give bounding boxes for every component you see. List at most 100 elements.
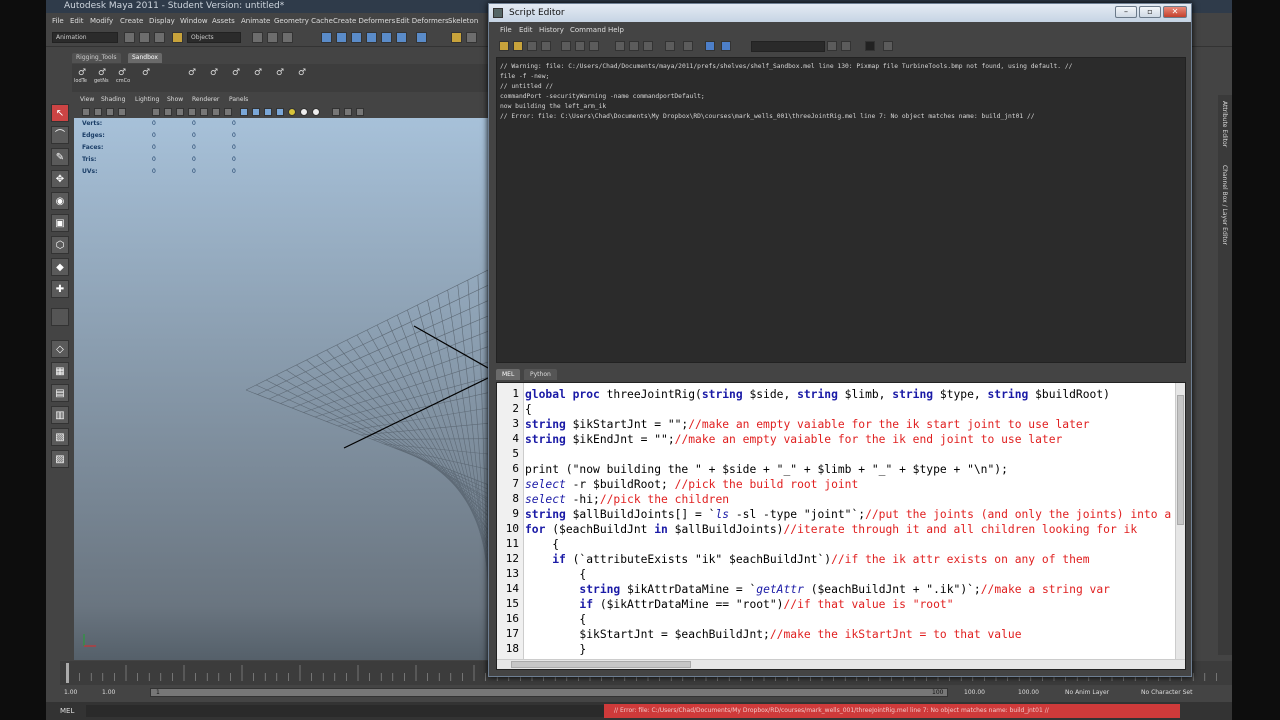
image-plane-icon[interactable] [118, 108, 126, 116]
smooth-shade-icon[interactable] [252, 108, 260, 116]
quick-help-icon[interactable] [865, 41, 875, 51]
texture-icon[interactable] [264, 108, 272, 116]
ipr-render-icon[interactable] [451, 32, 462, 43]
menu-skeleton[interactable]: Skeleton [448, 17, 478, 25]
mode-dropdown[interactable]: Animation [52, 32, 118, 43]
shelf-figure-icon[interactable]: ♂ [230, 68, 242, 80]
isolate-select-icon[interactable] [332, 108, 340, 116]
minimize-button[interactable]: – [1115, 6, 1137, 18]
menu-modify[interactable]: Modify [90, 17, 113, 25]
history-icon[interactable] [396, 32, 407, 43]
echo-commands-icon[interactable] [665, 41, 675, 51]
snap-view-icon[interactable] [366, 32, 377, 43]
show-history-icon[interactable] [615, 41, 625, 51]
render-icon[interactable] [416, 32, 427, 43]
shadow-icon[interactable] [300, 108, 308, 116]
character-set-dropdown[interactable]: No Character Set [1141, 689, 1192, 696]
menu-edit[interactable]: Edit [70, 17, 84, 25]
channel-box-tab[interactable]: Channel Box / Layer Editor [1221, 165, 1228, 245]
panel-menu-view[interactable]: View [80, 96, 94, 103]
paint-select-icon[interactable]: ✎ [51, 148, 69, 166]
code-area[interactable]: global proc threeJointRig(string $side, … [525, 383, 1175, 669]
layout-two-icon[interactable]: ▥ [51, 406, 69, 424]
clear-history-icon[interactable] [561, 41, 571, 51]
layout-outliner-icon[interactable]: ▧ [51, 428, 69, 446]
select-mode-icon[interactable] [172, 32, 183, 43]
rotate-tool-icon[interactable]: ◉ [51, 192, 69, 210]
vertical-scroll-thumb[interactable] [1177, 395, 1184, 525]
menu-geometry-cache[interactable]: Geometry Cache [274, 17, 333, 25]
manipulator-icon[interactable]: ⬡ [51, 236, 69, 254]
snap-surface-icon[interactable] [381, 32, 392, 43]
source-script-icon[interactable] [513, 41, 523, 51]
shelf-tab-rigging-tools[interactable]: Rigging_Tools [72, 53, 121, 63]
se-menu-file[interactable]: File [500, 26, 512, 34]
command-input[interactable] [86, 705, 642, 717]
new-scene-icon[interactable] [124, 32, 135, 43]
maximize-button[interactable]: ▫ [1139, 6, 1161, 18]
last-tool-icon[interactable]: ◆ [51, 258, 69, 276]
move-tool-icon[interactable]: ✥ [51, 170, 69, 188]
select-component-icon[interactable] [282, 32, 293, 43]
horizontal-scroll-thumb[interactable] [511, 661, 691, 668]
field-chart-icon[interactable] [200, 108, 208, 116]
menu-window[interactable]: Window [180, 17, 208, 25]
range-end-outer-field[interactable]: 100.00 [1018, 689, 1039, 696]
shelf-figure-icon[interactable]: ♂ [252, 68, 264, 80]
resolution-gate-icon[interactable] [176, 108, 184, 116]
select-tool-icon[interactable]: ↖ [51, 104, 69, 122]
search-clear-icon[interactable] [841, 41, 851, 51]
show-input-icon[interactable] [629, 41, 639, 51]
shelf-figure-icon[interactable]: ♂ [208, 68, 220, 80]
clear-all-icon[interactable] [589, 41, 599, 51]
objects-field[interactable]: Objects [187, 32, 241, 43]
shelf-figure-icon[interactable]: ♂ [274, 68, 286, 80]
shelf-figure-icon[interactable]: ♂ [186, 68, 198, 80]
clear-input-icon[interactable] [575, 41, 585, 51]
execute-all-icon[interactable] [705, 41, 715, 51]
safe-action-icon[interactable] [212, 108, 220, 116]
select-object-icon[interactable] [267, 32, 278, 43]
range-end-field[interactable]: 100.00 [964, 689, 985, 696]
tab-mel[interactable]: MEL [496, 369, 521, 380]
grid-icon[interactable] [152, 108, 160, 116]
film-gate-icon[interactable] [164, 108, 172, 116]
close-button[interactable]: ✕ [1163, 6, 1187, 18]
show-both-icon[interactable] [643, 41, 653, 51]
shelf-figure-icon[interactable]: ♂ [140, 68, 152, 80]
layout-single-icon[interactable]: ◇ [51, 340, 69, 358]
soft-mod-icon[interactable]: ✚ [51, 280, 69, 298]
open-scene-icon[interactable] [139, 32, 150, 43]
save-scene-icon[interactable] [154, 32, 165, 43]
save-to-shelf-icon[interactable] [541, 41, 551, 51]
xray-icon[interactable] [344, 108, 352, 116]
vertical-scrollbar[interactable] [1175, 383, 1185, 661]
input-pane[interactable]: 1 2 3 4 5 6 7 8 9 10 11 12 13 14 15 16 17 18 global proc … [496, 382, 1186, 670]
execute-selected-icon[interactable] [721, 41, 731, 51]
menu-create-deformers[interactable]: Create Deformers [333, 17, 395, 25]
menu-assets[interactable]: Assets [212, 17, 235, 25]
command-language-button[interactable]: MEL [60, 707, 74, 715]
se-menu-history[interactable]: History [539, 26, 564, 34]
menu-animate[interactable]: Animate [241, 17, 270, 25]
camera-icon[interactable] [82, 108, 90, 116]
camera-attr-icon[interactable] [94, 108, 102, 116]
range-start-field[interactable]: 1.00 [64, 689, 77, 696]
snap-grid-icon[interactable] [321, 32, 332, 43]
light-icon[interactable] [288, 108, 296, 116]
menu-edit-deformers[interactable]: Edit Deformers [396, 17, 449, 25]
layout-persp-icon[interactable]: ▤ [51, 384, 69, 402]
panel-menu-panels[interactable]: Panels [229, 96, 248, 103]
select-hierarchy-icon[interactable] [252, 32, 263, 43]
bookmark-icon[interactable] [106, 108, 114, 116]
menu-file[interactable]: File [52, 17, 64, 25]
panel-menu-shading[interactable]: Shading [101, 96, 125, 103]
save-script-icon[interactable] [527, 41, 537, 51]
default-light-icon[interactable] [312, 108, 320, 116]
se-menu-command[interactable]: Command [570, 26, 606, 34]
perspective-viewport[interactable]: Verts: Edges: Faces: Tris: UVs: 0 0 0 0 … [74, 118, 488, 660]
horizontal-scrollbar[interactable] [497, 659, 1185, 669]
range-start-inner-field[interactable]: 1.00 [102, 689, 115, 696]
search-icon[interactable] [827, 41, 837, 51]
anim-layer-dropdown[interactable]: No Anim Layer [1065, 689, 1109, 696]
